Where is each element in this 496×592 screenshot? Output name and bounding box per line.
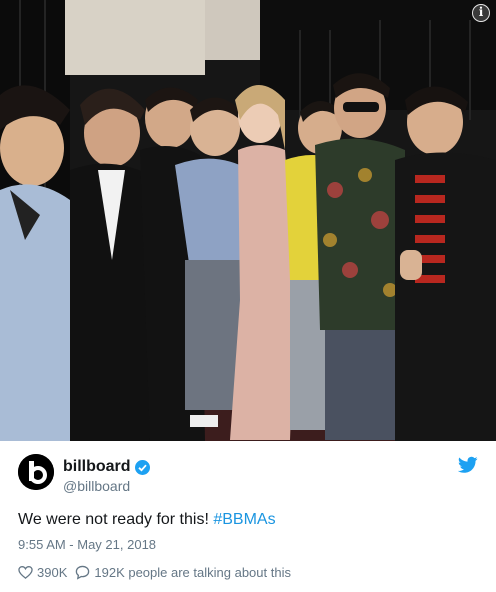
avatar[interactable] xyxy=(18,454,54,490)
tweet-text-plain: We were not ready for this! xyxy=(18,511,214,528)
tweet-text: We were not ready for this! #BBMAs xyxy=(18,511,276,529)
verified-badge-icon xyxy=(134,459,150,475)
display-name[interactable]: billboard xyxy=(63,458,131,476)
handle[interactable]: @billboard xyxy=(63,478,130,494)
timestamp[interactable]: 9:55 AM - May 21, 2018 xyxy=(18,537,156,552)
twitter-bird-icon[interactable] xyxy=(457,456,478,474)
author-row: billboard xyxy=(63,458,150,476)
talking-count: 192K people are talking about this xyxy=(94,564,291,580)
talking-link[interactable]: 192K people are talking about this xyxy=(75,565,291,580)
tweet-actions: 390K 192K people are talking about this xyxy=(18,563,291,581)
like-count: 390K xyxy=(37,564,68,580)
billboard-logo-icon xyxy=(18,454,54,490)
tweet-photo[interactable]: i xyxy=(0,0,496,441)
info-icon[interactable]: i xyxy=(472,4,490,22)
speech-bubble-icon xyxy=(75,565,90,580)
hashtag-link[interactable]: #BBMAs xyxy=(213,511,275,528)
like-button[interactable]: 390K xyxy=(18,565,67,580)
heart-icon xyxy=(18,565,33,580)
tweet-card: billboard @billboard We were not ready f… xyxy=(0,441,496,592)
